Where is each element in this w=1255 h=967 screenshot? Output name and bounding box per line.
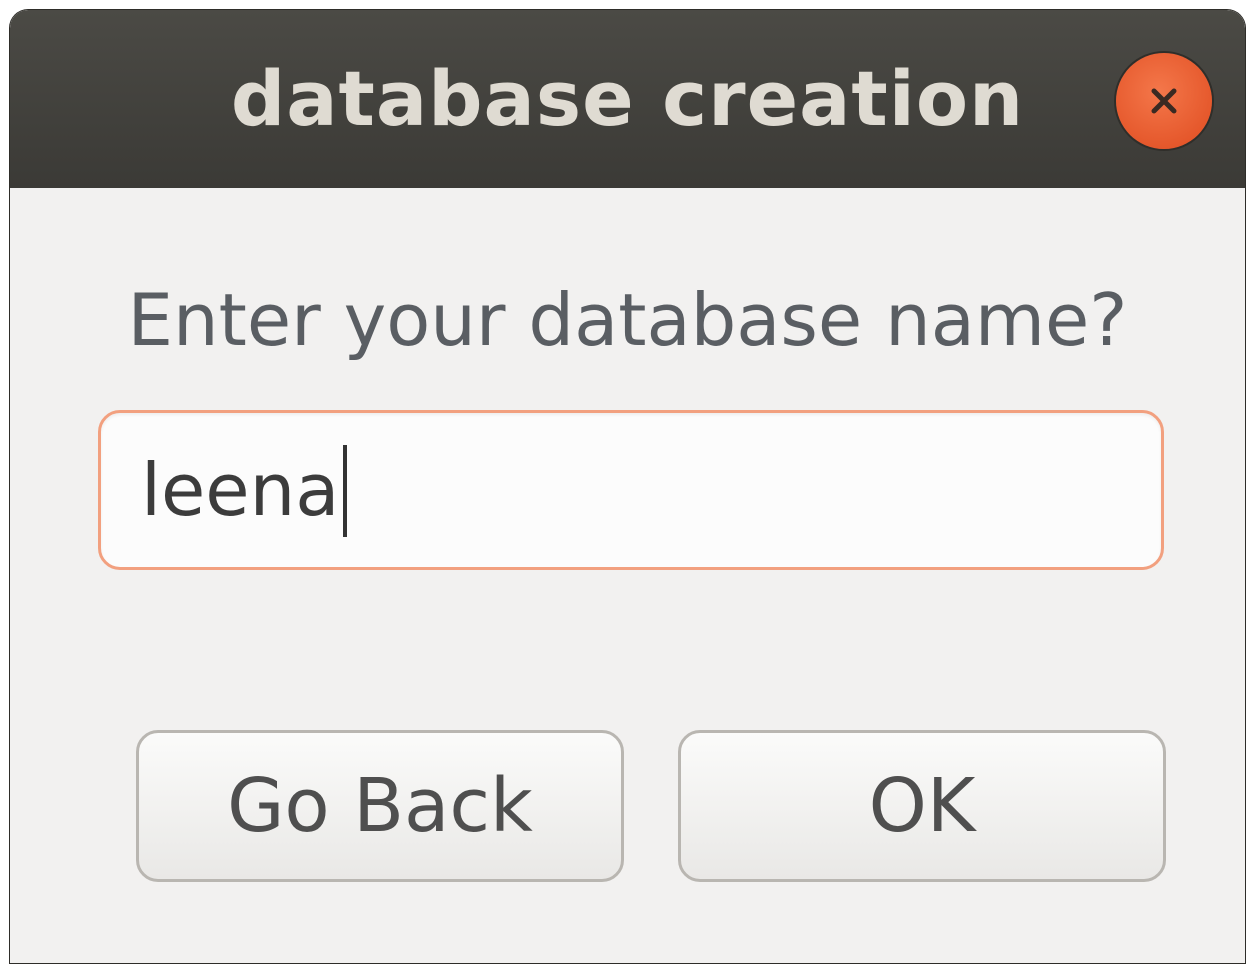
go-back-button[interactable]: Go Back <box>136 730 624 882</box>
database-name-input[interactable]: leena <box>98 410 1164 570</box>
input-value-text: leena <box>141 448 340 532</box>
close-button[interactable] <box>1116 53 1212 149</box>
prompt-label: Enter your database name? <box>127 278 1128 362</box>
text-caret <box>343 445 348 538</box>
dialog-window: database creation Enter your database na… <box>10 10 1245 963</box>
window-title: database creation <box>230 54 1025 143</box>
title-bar[interactable]: database creation <box>10 10 1245 188</box>
ok-button[interactable]: OK <box>678 730 1166 882</box>
database-name-value[interactable]: leena <box>141 413 348 567</box>
close-icon <box>1151 88 1177 114</box>
